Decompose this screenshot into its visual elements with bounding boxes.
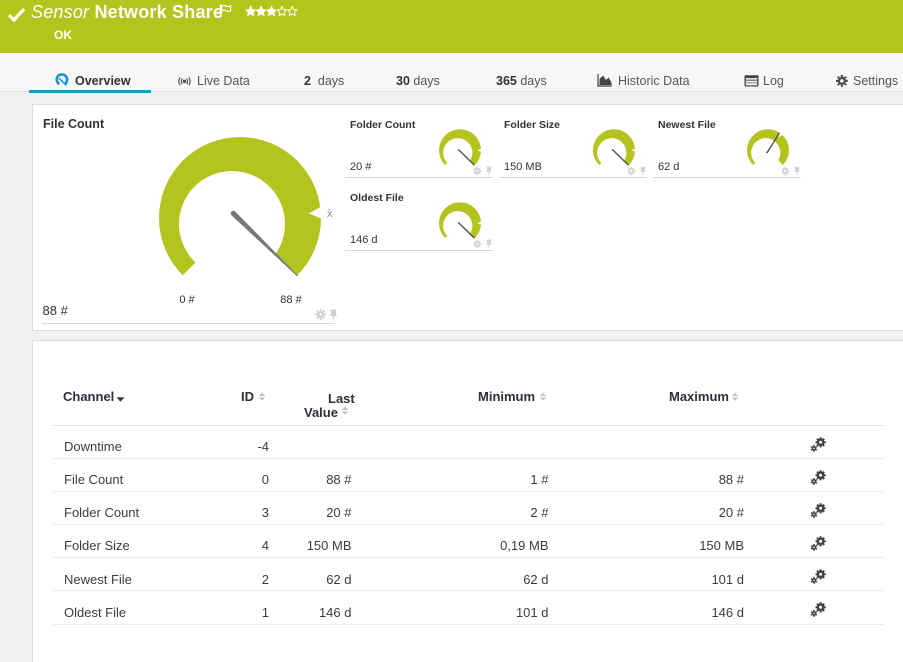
svg-text:x̄: x̄ bbox=[327, 208, 333, 220]
